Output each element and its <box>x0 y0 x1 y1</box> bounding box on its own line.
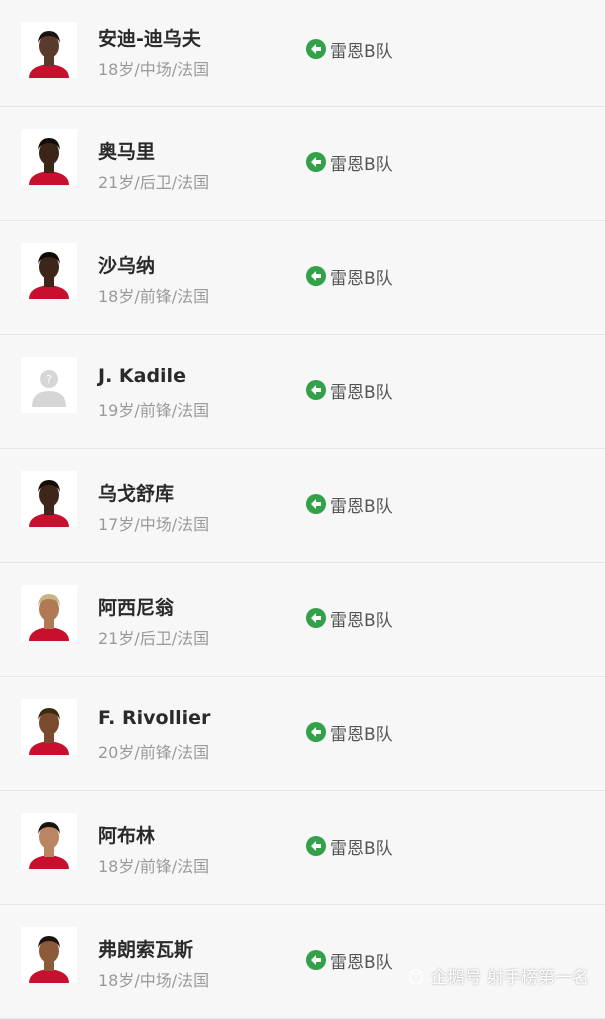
player-photo <box>21 471 77 527</box>
player-name: 乌戈舒库 <box>98 483 175 505</box>
back-arrow-circle-icon <box>306 950 326 970</box>
player-name: F. Rivollier <box>98 707 211 729</box>
avatar <box>21 129 77 185</box>
player-photo <box>21 243 77 299</box>
back-arrow-circle-icon <box>306 266 326 286</box>
transfer-info: 雷恩B队 <box>306 151 393 175</box>
player-list: 安迪-迪乌夫 18岁/中场/法国 雷恩B队 奥马里 21岁/后卫/法国 雷恩B队 沙乌纳 18… <box>0 0 605 1019</box>
player-name: 奥马里 <box>98 141 156 163</box>
avatar: ? <box>21 357 77 413</box>
back-arrow-circle-icon <box>306 494 326 514</box>
player-photo <box>21 927 77 983</box>
player-name: 弗朗索瓦斯 <box>98 939 194 961</box>
player-row[interactable]: 阿西尼翁 21岁/后卫/法国 雷恩B队 <box>0 563 605 677</box>
team-name: 雷恩B队 <box>330 496 393 517</box>
player-photo <box>21 813 77 869</box>
player-row[interactable]: F. Rivollier 20岁/前锋/法国 雷恩B队 <box>0 677 605 791</box>
transfer-info: 雷恩B队 <box>306 721 393 745</box>
player-photo <box>21 129 77 185</box>
penguin-logo-icon <box>408 968 423 985</box>
back-arrow-circle-icon <box>306 608 326 628</box>
transfer-info: 雷恩B队 <box>306 379 393 403</box>
team-name: 雷恩B队 <box>330 382 393 403</box>
back-arrow-circle-icon <box>306 39 326 59</box>
player-meta: 19岁/前锋/法国 <box>98 401 210 420</box>
avatar <box>21 699 77 755</box>
player-row[interactable]: 阿布林 18岁/前锋/法国 雷恩B队 <box>0 791 605 905</box>
watermark-text: 企鹅号 射手榜第一名 <box>430 968 589 988</box>
player-meta: 18岁/中场/法国 <box>98 60 210 79</box>
avatar <box>21 813 77 869</box>
avatar <box>21 585 77 641</box>
player-row[interactable]: 弗朗索瓦斯 18岁/中场/法国 雷恩B队 <box>0 905 605 1019</box>
back-arrow-circle-icon <box>306 152 326 172</box>
avatar <box>21 243 77 299</box>
player-name: 阿西尼翁 <box>98 597 175 619</box>
team-name: 雷恩B队 <box>330 268 393 289</box>
player-row[interactable]: 奥马里 21岁/后卫/法国 雷恩B队 <box>0 107 605 221</box>
transfer-info: 雷恩B队 <box>306 38 393 62</box>
transfer-info: 雷恩B队 <box>306 493 393 517</box>
team-name: 雷恩B队 <box>330 41 393 62</box>
back-arrow-circle-icon <box>306 836 326 856</box>
player-photo <box>21 22 77 78</box>
back-arrow-circle-icon <box>306 722 326 742</box>
player-name: 安迪-迪乌夫 <box>98 28 201 50</box>
player-meta: 18岁/前锋/法国 <box>98 857 210 876</box>
team-name: 雷恩B队 <box>330 610 393 631</box>
team-name: 雷恩B队 <box>330 952 393 973</box>
avatar <box>21 471 77 527</box>
player-meta: 21岁/后卫/法国 <box>98 629 210 648</box>
transfer-info: 雷恩B队 <box>306 265 393 289</box>
svg-text:?: ? <box>46 373 52 386</box>
back-arrow-circle-icon <box>306 380 326 400</box>
player-meta: 20岁/前锋/法国 <box>98 743 210 762</box>
avatar <box>21 22 77 78</box>
avatar <box>21 927 77 983</box>
player-meta: 18岁/前锋/法国 <box>98 287 210 306</box>
player-photo <box>21 699 77 755</box>
team-name: 雷恩B队 <box>330 154 393 175</box>
watermark: 企鹅号 射手榜第一名 <box>407 963 589 988</box>
player-row[interactable]: ? J. Kadile 19岁/前锋/法国 雷恩B队 <box>0 335 605 449</box>
player-name: J. Kadile <box>98 365 186 387</box>
player-meta: 21岁/后卫/法国 <box>98 173 210 192</box>
player-row[interactable]: 安迪-迪乌夫 18岁/中场/法国 雷恩B队 <box>0 0 605 107</box>
user-placeholder-icon: ? <box>21 357 77 413</box>
player-name: 沙乌纳 <box>98 255 156 277</box>
transfer-info: 雷恩B队 <box>306 835 393 859</box>
player-row[interactable]: 乌戈舒库 17岁/中场/法国 雷恩B队 <box>0 449 605 563</box>
transfer-info: 雷恩B队 <box>306 607 393 631</box>
player-meta: 18岁/中场/法国 <box>98 971 210 990</box>
player-photo <box>21 585 77 641</box>
team-name: 雷恩B队 <box>330 724 393 745</box>
transfer-info: 雷恩B队 <box>306 949 393 973</box>
team-name: 雷恩B队 <box>330 838 393 859</box>
player-name: 阿布林 <box>98 825 156 847</box>
player-row[interactable]: 沙乌纳 18岁/前锋/法国 雷恩B队 <box>0 221 605 335</box>
player-meta: 17岁/中场/法国 <box>98 515 210 534</box>
